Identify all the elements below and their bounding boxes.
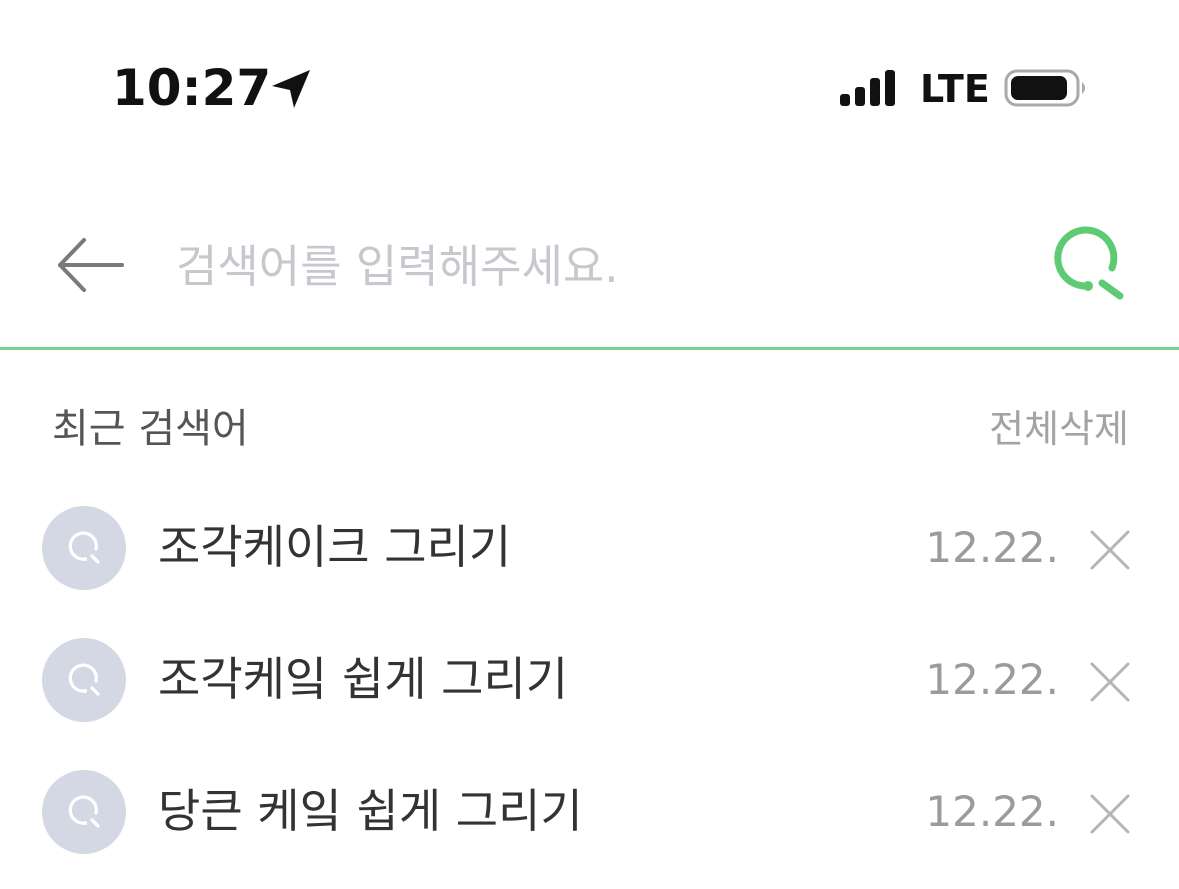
search-icon xyxy=(68,663,100,696)
remove-item-button[interactable] xyxy=(1088,792,1132,836)
recent-search-date: 12.22. xyxy=(925,787,1059,836)
location-arrow-icon xyxy=(272,70,310,108)
close-icon xyxy=(1090,662,1130,702)
close-icon xyxy=(1090,794,1130,834)
back-button[interactable] xyxy=(52,230,128,300)
recent-searches-title: 최근 검색어 xyxy=(52,406,249,452)
recent-search-text: 조각케잌 쉽게 그리기 xyxy=(158,652,569,706)
recent-search-icon xyxy=(42,770,126,854)
search-icon xyxy=(68,795,100,828)
search-icon xyxy=(1054,226,1124,300)
recent-search-date: 12.22. xyxy=(925,655,1059,704)
remove-item-button[interactable] xyxy=(1088,660,1132,704)
recent-search-item[interactable]: 조각케이크 그리기 12.22. xyxy=(0,488,1179,608)
status-time: 10:27 xyxy=(112,59,272,117)
recent-search-item[interactable]: 조각케잌 쉽게 그리기 12.22. xyxy=(0,620,1179,740)
search-screen: 10:27 LTE 최근 검색어 전체삭제 xyxy=(0,0,1179,889)
recent-search-item[interactable]: 당큰 케잌 쉽게 그리기 12.22. xyxy=(0,752,1179,872)
signal-bars-icon xyxy=(840,70,895,106)
back-arrow-icon xyxy=(58,238,124,292)
close-icon xyxy=(1090,530,1130,570)
battery-icon xyxy=(1004,69,1085,107)
recent-search-text: 당큰 케잌 쉽게 그리기 xyxy=(158,784,583,838)
recent-search-icon xyxy=(42,506,126,590)
search-icon xyxy=(68,531,100,564)
recent-search-date: 12.22. xyxy=(925,523,1059,572)
recent-search-text: 조각케이크 그리기 xyxy=(158,520,512,574)
search-button[interactable] xyxy=(1040,224,1130,310)
delete-all-button[interactable]: 전체삭제 xyxy=(989,404,1129,454)
network-type: LTE xyxy=(920,67,990,111)
search-divider xyxy=(0,347,1179,350)
recent-search-icon xyxy=(42,638,126,722)
search-input[interactable] xyxy=(176,228,996,304)
remove-item-button[interactable] xyxy=(1088,528,1132,572)
